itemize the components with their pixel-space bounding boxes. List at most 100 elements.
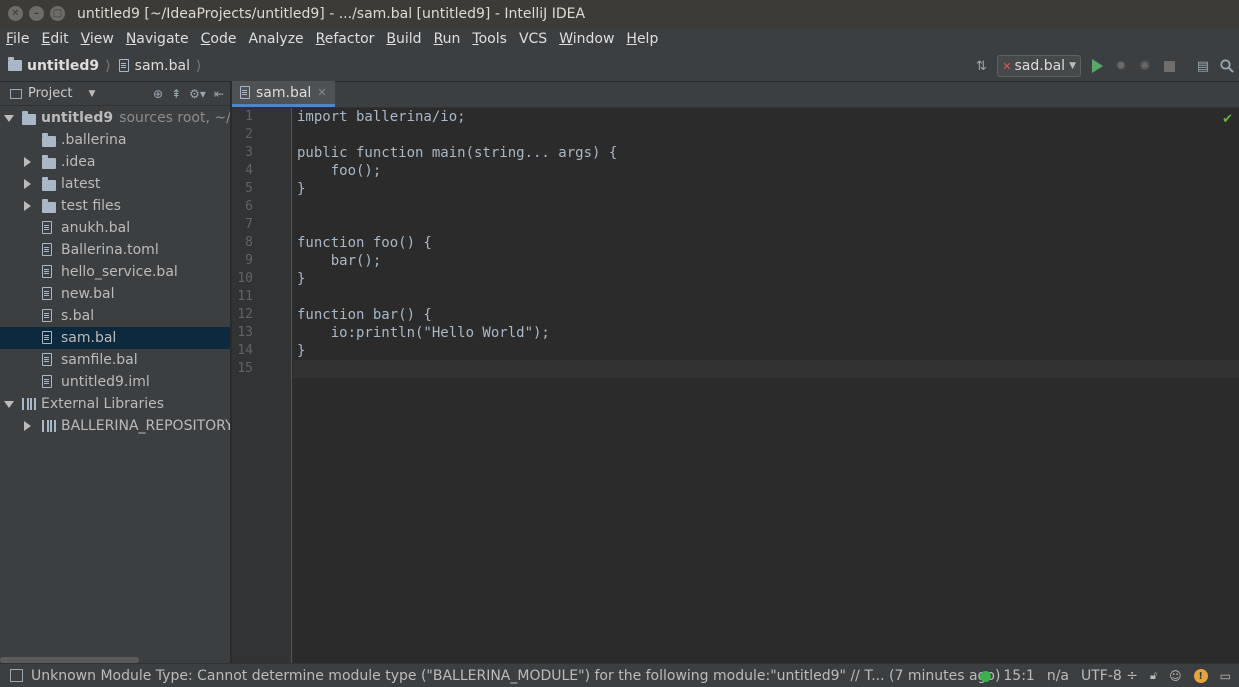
file-icon [42, 265, 52, 278]
gear-icon[interactable]: ⚙▾ [189, 87, 206, 101]
line-number: 7 [245, 217, 253, 232]
menu-navigate[interactable]: Navigate [120, 31, 195, 47]
menu-vcs[interactable]: VCS [513, 31, 553, 47]
code-line[interactable]: foo(); [293, 162, 1239, 180]
minimize-window-icon[interactable]: – [29, 6, 44, 21]
tree-item[interactable]: External Libraries [0, 393, 230, 415]
code-line[interactable]: function bar() { [293, 306, 1239, 324]
search-icon [1220, 59, 1234, 73]
menu-edit[interactable]: Edit [35, 31, 74, 47]
code-line[interactable] [293, 216, 1239, 234]
menu-run[interactable]: Run [428, 31, 467, 47]
project-panel-header: Project ▼ ⊕ ⇞ ⚙▾ ⇤ [0, 82, 230, 106]
breadcrumb-file[interactable]: sam.bal ⟩ [118, 58, 201, 74]
tree-item[interactable]: Ballerina.toml [0, 239, 230, 261]
tree-item[interactable]: sam.bal [0, 327, 230, 349]
menu-file[interactable]: File [0, 31, 35, 47]
run-button[interactable] [1087, 56, 1107, 76]
caret-position[interactable]: 15:1 [1003, 668, 1034, 684]
line-number: 8 [245, 235, 253, 250]
project-view-selector[interactable]: Project [28, 86, 72, 101]
tool-windows-icon[interactable] [10, 669, 23, 682]
tree-item[interactable]: untitled9.iml [0, 371, 230, 393]
code-line[interactable] [293, 198, 1239, 216]
menu-build[interactable]: Build [380, 31, 427, 47]
maximize-window-icon[interactable]: □ [50, 6, 65, 21]
menu-analyze[interactable]: Analyze [242, 31, 309, 47]
code-line[interactable] [293, 288, 1239, 306]
collapsed-arrow-icon[interactable] [24, 201, 31, 211]
expanded-arrow-icon[interactable] [4, 401, 14, 408]
folder-icon [42, 155, 56, 169]
code-line[interactable]: public function main(string... args) { [293, 144, 1239, 162]
code-line[interactable]: } [293, 180, 1239, 198]
tab-sam-bal[interactable]: sam.bal ✕ [232, 81, 335, 107]
module-folder-icon [8, 57, 22, 71]
tree-item[interactable]: .ballerina [0, 129, 230, 151]
menu-help[interactable]: Help [620, 31, 664, 47]
line-number-gutter: 1 2 3 4 5 6 7 8 9 10 11 12 13 14 15 [232, 108, 292, 663]
close-icon[interactable]: ✕ [317, 86, 326, 99]
file-encoding[interactable]: UTF-8 ÷ [1081, 668, 1138, 684]
tree-item[interactable]: new.bal [0, 283, 230, 305]
menu-refactor[interactable]: Refactor [310, 31, 381, 47]
project-structure-button[interactable]: ▤ [1193, 56, 1213, 76]
collapse-all-icon[interactable]: ⇞ [171, 87, 181, 101]
code-line[interactable]: io:println("Hello World"); [293, 324, 1239, 342]
code-line[interactable]: function foo() { [293, 234, 1239, 252]
menu-code[interactable]: Code [195, 31, 243, 47]
inspector-icon[interactable]: ☺ [1169, 669, 1182, 683]
collapsed-arrow-icon[interactable] [24, 179, 31, 189]
tree-item-hint: sources root, ~/Id [119, 110, 231, 126]
collapsed-arrow-icon[interactable] [24, 421, 31, 431]
debug-button[interactable]: ✹ [1111, 56, 1131, 76]
code-line[interactable] [293, 126, 1239, 144]
tree-item[interactable]: samfile.bal [0, 349, 230, 371]
status-message[interactable]: Unknown Module Type: Cannot determine mo… [31, 668, 1000, 684]
build-project-icon[interactable]: ⇅ [971, 56, 991, 76]
line-number: 15 [237, 361, 253, 376]
lock-icon[interactable]: 🔓︎ [1150, 669, 1157, 683]
notifications-icon[interactable]: ▭ [1220, 669, 1231, 683]
code-editor[interactable]: import ballerina/io; public function main… [293, 108, 1239, 663]
status-ok-icon[interactable] [980, 670, 992, 682]
run-configuration-dropdown[interactable]: ✕ sad.bal ▼ [997, 55, 1081, 77]
tree-item[interactable]: untitled9sources root, ~/Id [0, 107, 231, 129]
code-line[interactable]: import ballerina/io; [293, 108, 1239, 126]
tree-item-label: .idea [61, 154, 96, 170]
stop-icon [1163, 60, 1175, 72]
chevron-down-icon[interactable]: ▼ [88, 89, 95, 99]
project-tool-window: Project ▼ ⊕ ⇞ ⚙▾ ⇤ untitled9 sources root… [0, 82, 231, 663]
search-everywhere-button[interactable] [1217, 56, 1237, 76]
line-number: 5 [245, 181, 253, 196]
collapsed-arrow-icon[interactable] [24, 157, 31, 167]
tree-item[interactable]: s.bal [0, 305, 230, 327]
expanded-arrow-icon[interactable] [4, 115, 14, 122]
code-line[interactable]: } [293, 270, 1239, 288]
tree-item[interactable]: anukh.bal [0, 217, 230, 239]
hide-panel-icon[interactable]: ⇤ [214, 87, 224, 101]
breadcrumb-project[interactable]: untitled9 ⟩ [8, 57, 111, 74]
menu-view[interactable]: View [75, 31, 120, 47]
close-window-icon[interactable]: ✕ [8, 6, 23, 21]
file-icon [240, 86, 250, 99]
tab-label: sam.bal [256, 84, 312, 101]
tree-item[interactable]: BALLERINA_REPOSITORY [0, 415, 230, 437]
menu-window[interactable]: Window [553, 31, 620, 47]
tree-item[interactable]: latest [0, 173, 230, 195]
tree-item[interactable]: hello_service.bal [0, 261, 230, 283]
tree-item[interactable]: test files [0, 195, 230, 217]
invalid-config-icon: ✕ [1002, 59, 1012, 73]
event-log-warning-icon[interactable]: ! [1193, 669, 1208, 683]
code-line[interactable]: } [293, 342, 1239, 360]
coverage-button[interactable]: ✺ [1135, 56, 1155, 76]
line-number: 14 [237, 343, 253, 358]
stop-button[interactable] [1159, 56, 1179, 76]
line-separator-status[interactable]: n/a [1047, 668, 1069, 684]
line-number: 10 [237, 271, 253, 286]
code-line[interactable] [293, 360, 1239, 378]
code-line[interactable]: bar(); [293, 252, 1239, 270]
scroll-from-source-icon[interactable]: ⊕ [153, 87, 163, 101]
menu-tools[interactable]: Tools [466, 31, 513, 47]
tree-item[interactable]: .idea [0, 151, 230, 173]
